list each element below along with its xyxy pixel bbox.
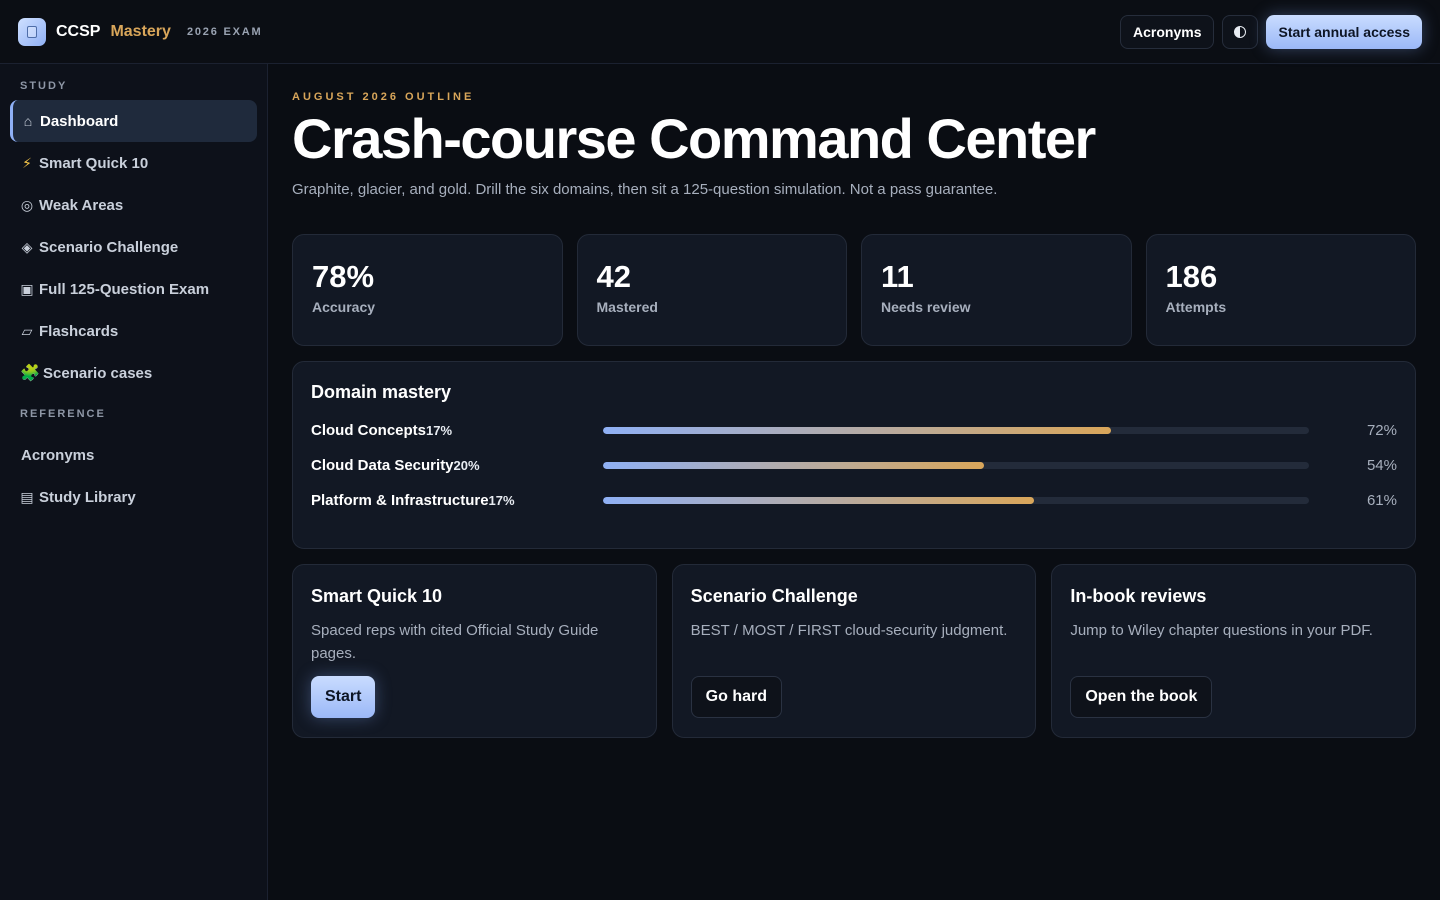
theme-toggle-button[interactable]: [1222, 14, 1259, 49]
brand-tag: 2026 EXAM: [186, 25, 263, 38]
flashcard-icon: ▱: [21, 322, 33, 339]
stat-label: Needs review: [881, 299, 971, 315]
stat-value: 42: [596, 259, 631, 294]
action-card-in-book-reviews: In-book reviews Jump to Wiley chapter qu…: [1051, 564, 1417, 738]
domain-percent: 72%: [1366, 422, 1397, 439]
top-bar: CCSP Mastery 2026 EXAM Acronyms Start an…: [0, 0, 1440, 64]
sidebar: STUDY ⌂ Dashboard ⚡ Smart Quick 10 ◎ Wea…: [0, 64, 268, 900]
stat-label: Mastered: [596, 299, 658, 315]
domain-row: Cloud Data Security20% 54%: [311, 448, 1397, 483]
action-card-scenario-challenge: Scenario Challenge BEST / MOST / FIRST c…: [671, 564, 1037, 738]
brand-accent: Mastery: [110, 22, 171, 40]
progress-fill: [603, 462, 985, 469]
stat-value: 11: [881, 259, 914, 294]
start-annual-access-button[interactable]: Start annual access: [1266, 14, 1422, 49]
sidebar-item-acronyms[interactable]: Acronyms: [10, 434, 257, 476]
domain-name: Platform & Infrastructure: [311, 492, 489, 509]
progress-track: [603, 462, 1309, 469]
stat-label: Attempts: [1165, 299, 1227, 315]
sidebar-item-label: Full 125-Question Exam: [39, 280, 210, 298]
stats-row: 78% Accuracy 42 Mastered 11 Needs review…: [292, 234, 1416, 346]
sidebar-item-weak-areas[interactable]: ◎ Weak Areas: [10, 184, 257, 226]
action-card-smart-quick-10: Smart Quick 10 Spaced reps with cited Of…: [292, 564, 657, 738]
sidebar-item-flashcards[interactable]: ▱ Flashcards: [10, 310, 257, 352]
logo-icon: [18, 17, 46, 46]
exam-icon: ▣: [20, 280, 34, 297]
domain-mastery-title: Domain mastery: [311, 382, 452, 402]
sidebar-item-label: Smart Quick 10: [39, 154, 149, 172]
action-card-title: In-book reviews: [1070, 586, 1207, 606]
action-card-description: Jump to Wiley chapter questions in your …: [1070, 622, 1373, 639]
page-title: Crash-course Command Center: [292, 107, 1096, 170]
stat-card-attempts: 186 Attempts: [1145, 234, 1416, 346]
domain-name: Cloud Concepts: [311, 422, 426, 439]
domain-weight: 20%: [453, 458, 480, 473]
sidebar-item-label: Scenario Challenge: [39, 238, 179, 256]
sidebar-item-scenario-challenge[interactable]: ◈ Scenario Challenge: [10, 226, 257, 268]
sidebar-item-label: Study Library: [39, 488, 136, 506]
library-icon: ▤: [20, 488, 34, 505]
brand-name: CCSP: [56, 22, 101, 40]
domain-percent: 54%: [1366, 457, 1397, 474]
open-the-book-button[interactable]: Open the book: [1070, 676, 1213, 718]
brand[interactable]: CCSP Mastery 2026 EXAM: [18, 17, 263, 46]
sidebar-item-study-library[interactable]: ▤ Study Library: [10, 476, 257, 518]
sidebar-item-label: Acronyms: [21, 446, 95, 464]
domain-mastery-card: Domain mastery Cloud Concepts17% 72% Clo…: [292, 361, 1416, 549]
progress-fill: [603, 497, 1034, 504]
sidebar-item-label: Dashboard: [40, 112, 119, 130]
start-button[interactable]: Start: [311, 676, 376, 718]
domain-row: Platform & Infrastructure17% 61%: [311, 483, 1397, 518]
progress-track: [603, 497, 1309, 504]
stat-card-accuracy: 78% Accuracy: [292, 234, 563, 346]
action-card-description: Spaced reps with cited Official Study Gu…: [311, 622, 599, 662]
sidebar-item-label: Scenario cases: [43, 364, 153, 382]
page-subtitle: Graphite, glacier, and gold. Drill the s…: [292, 181, 998, 198]
stat-label: Accuracy: [312, 299, 376, 315]
sidebar-item-dashboard[interactable]: ⌂ Dashboard: [10, 100, 257, 142]
stat-value: 186: [1165, 259, 1218, 294]
sidebar-item-full-exam[interactable]: ▣ Full 125-Question Exam: [10, 268, 257, 310]
progress-track: [603, 427, 1309, 434]
domain-weight: 17%: [426, 423, 453, 438]
stat-card-mastered: 42 Mastered: [576, 234, 847, 346]
contrast-icon: [1234, 25, 1247, 38]
action-card-title: Smart Quick 10: [311, 586, 443, 606]
domain-weight: 17%: [488, 493, 515, 508]
sidebar-item-label: Weak Areas: [39, 196, 124, 214]
home-icon: ⌂: [23, 113, 33, 129]
sidebar-item-smart-quick-10[interactable]: ⚡ Smart Quick 10: [10, 142, 257, 184]
sidebar-item-label: Flashcards: [39, 322, 119, 340]
acronyms-button[interactable]: Acronyms: [1120, 14, 1215, 49]
main-content: AUGUST 2026 OUTLINE Crash-course Command…: [292, 64, 1417, 738]
lightning-icon: ⚡: [22, 154, 32, 171]
action-card-title: Scenario Challenge: [690, 586, 858, 606]
action-cards: Smart Quick 10 Spaced reps with cited Of…: [292, 564, 1417, 738]
diamond-icon: ◈: [21, 238, 33, 255]
domain-row: Cloud Concepts17% 72%: [311, 413, 1397, 448]
stat-value: 78%: [312, 259, 375, 294]
sidebar-item-scenario-cases[interactable]: 🧩 Scenario cases: [10, 352, 257, 394]
stat-card-needs-review: 11 Needs review: [861, 234, 1132, 346]
target-icon: ◎: [20, 196, 34, 213]
section-label-reference: REFERENCE: [20, 408, 106, 420]
progress-fill: [603, 427, 1112, 434]
action-card-description: BEST / MOST / FIRST cloud-security judgm…: [690, 622, 1008, 639]
section-label-study: STUDY: [20, 80, 68, 92]
eyebrow: AUGUST 2026 OUTLINE: [292, 91, 475, 103]
domain-percent: 61%: [1366, 492, 1397, 509]
domain-name: Cloud Data Security: [311, 457, 454, 474]
puzzle-icon: 🧩: [20, 365, 40, 382]
go-hard-button[interactable]: Go hard: [690, 676, 783, 718]
